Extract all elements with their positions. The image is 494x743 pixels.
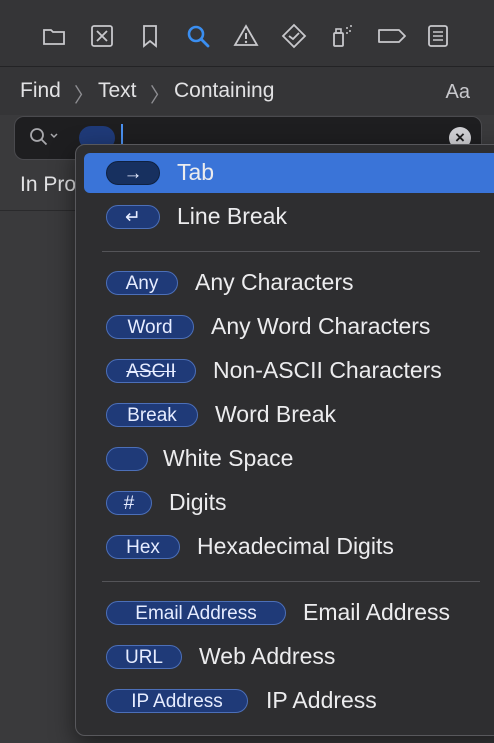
menu-item-non-ascii-characters[interactable]: ASCII Non-ASCII Characters	[84, 351, 494, 391]
break-token: Break	[106, 403, 198, 427]
line-break-token: ↵	[106, 205, 160, 229]
menu-item-label: Tab	[177, 159, 215, 185]
bookmark-icon[interactable]	[136, 22, 164, 50]
navigator-toolbar	[0, 0, 494, 67]
menu-item-label: Digits	[169, 489, 227, 515]
menu-item-label: Hexadecimal Digits	[197, 533, 394, 559]
menu-item-label: Email Address	[303, 599, 451, 625]
menu-item-label: Non-ASCII Characters	[213, 357, 442, 383]
menu-item-label: Any Word Characters	[211, 313, 431, 339]
case-sensitivity-toggle[interactable]: Aa	[446, 81, 470, 104]
warning-icon[interactable]	[232, 22, 260, 50]
digits-token: #	[106, 491, 152, 515]
tag-icon[interactable]	[376, 22, 408, 50]
white-space-token	[106, 447, 148, 471]
breadcrumb: Find 〉 Text 〉 Containing Aa	[0, 67, 494, 115]
menu-item-white-space[interactable]: White Space	[84, 439, 494, 479]
menu-item-digits[interactable]: # Digits	[84, 483, 494, 523]
menu-item-label: Web Address	[199, 643, 336, 669]
menu-item-web-address[interactable]: URL Web Address	[84, 637, 494, 677]
url-token: URL	[106, 645, 182, 669]
spray-icon[interactable]	[328, 22, 356, 50]
menu-item-word-break[interactable]: Break Word Break	[84, 395, 494, 435]
menu-item-email-address[interactable]: Email Address Email Address	[84, 593, 494, 633]
menu-item-label: Line Break	[177, 203, 287, 229]
any-token: Any	[106, 271, 178, 295]
results-area	[0, 210, 76, 743]
search-options-icon[interactable]	[27, 125, 61, 154]
chevron-right-icon: 〉	[74, 85, 94, 107]
menu-item-label: White Space	[163, 445, 294, 471]
menu-item-ip-address[interactable]: IP Address IP Address	[84, 681, 494, 721]
hex-token: Hex	[106, 535, 180, 559]
menu-separator	[102, 581, 480, 582]
menu-item-label: IP Address	[266, 687, 377, 713]
ip-address-token: IP Address	[106, 689, 248, 713]
menu-item-label: Word Break	[215, 401, 337, 427]
scope-label[interactable]: In Pro	[20, 173, 76, 197]
diamond-check-icon[interactable]	[280, 22, 308, 50]
ascii-token: ASCII	[106, 359, 196, 383]
breadcrumb-containing[interactable]: Containing	[174, 79, 274, 103]
chevron-right-icon: 〉	[150, 85, 170, 107]
close-square-icon[interactable]	[88, 22, 116, 50]
word-token: Word	[106, 315, 194, 339]
search-icon[interactable]	[184, 22, 212, 50]
menu-item-tab[interactable]: → Tab	[84, 153, 494, 193]
breadcrumb-text[interactable]: Text	[98, 79, 137, 103]
list-icon[interactable]	[424, 22, 452, 50]
menu-item-any-characters[interactable]: Any Any Characters	[84, 263, 494, 303]
email-address-token: Email Address	[106, 601, 286, 625]
folder-icon[interactable]	[40, 22, 68, 50]
pattern-menu: → Tab ↵ Line Break Any Any Characters Wo…	[75, 144, 494, 736]
menu-item-line-break[interactable]: ↵ Line Break	[84, 197, 494, 237]
menu-item-any-word-characters[interactable]: Word Any Word Characters	[84, 307, 494, 347]
menu-item-hexadecimal-digits[interactable]: Hex Hexadecimal Digits	[84, 527, 494, 567]
breadcrumb-find[interactable]: Find	[20, 79, 61, 103]
tab-token: →	[106, 161, 160, 185]
menu-separator	[102, 251, 480, 252]
menu-item-label: Any Characters	[195, 269, 354, 295]
